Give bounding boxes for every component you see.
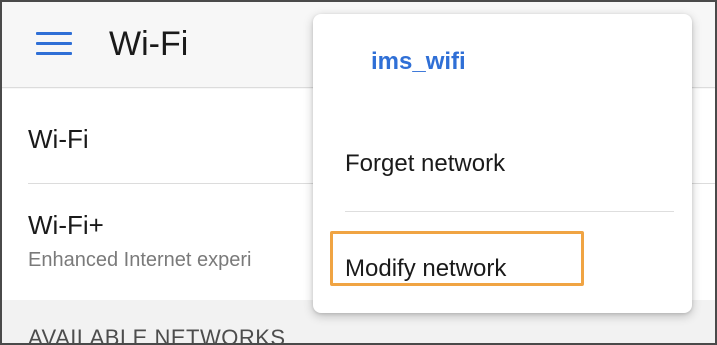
hamburger-menu-icon[interactable] <box>36 30 72 58</box>
popup-divider <box>345 211 674 212</box>
page-title: Wi-Fi <box>109 25 189 63</box>
menu-icon-bar <box>36 32 72 35</box>
menu-icon-bar <box>36 52 72 55</box>
forget-network-option[interactable]: Forget network <box>345 150 505 178</box>
menu-icon-bar <box>36 42 72 45</box>
popup-network-name: ims_wifi <box>371 48 466 75</box>
modify-network-option[interactable]: Modify network <box>345 255 506 283</box>
network-context-menu: ims_wifi Forget network Modify network <box>313 14 692 313</box>
section-header-label: AVAILABLE NETWORKS <box>28 325 286 345</box>
